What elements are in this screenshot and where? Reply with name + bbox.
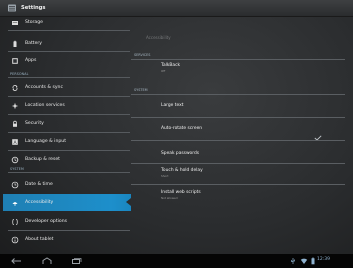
- settings-nav: Storage Battery Apps PERSONAL Accounts &…: [3, 16, 131, 254]
- nav-item-battery[interactable]: Battery: [3, 35, 131, 52]
- section-header-system-detail: SYSTEM: [134, 88, 148, 92]
- nav-label: Language & input: [25, 139, 66, 144]
- divider: [131, 117, 345, 118]
- nav-label: Backup & reset: [25, 157, 60, 162]
- nav-label: Location services: [25, 103, 65, 108]
- nav-item-about-tablet[interactable]: About tablet: [3, 231, 131, 248]
- setting-talkback[interactable]: TalkBack Off: [161, 63, 180, 73]
- accessibility-detail-pane: Accessibility SERVICES TalkBack Off SYST…: [131, 16, 353, 254]
- nav-item-accounts-sync[interactable]: Accounts & sync: [3, 79, 131, 96]
- recent-apps-icon[interactable]: [68, 256, 84, 266]
- usb-icon: [288, 256, 298, 266]
- home-icon[interactable]: [39, 256, 55, 266]
- back-icon[interactable]: [8, 256, 24, 266]
- nav-label: Developer options: [25, 219, 68, 224]
- divider: [8, 172, 130, 173]
- setting-title: Auto-rotate screen: [161, 126, 203, 131]
- setting-install-web-scripts[interactable]: Install web scripts Not allowed: [161, 190, 201, 200]
- setting-subtitle: Not allowed: [161, 196, 178, 200]
- divider: [131, 140, 345, 141]
- clock-icon: [10, 180, 20, 190]
- apps-icon: [10, 56, 20, 66]
- battery-status-icon: [309, 256, 317, 266]
- nav-item-backup-reset[interactable]: Backup & reset: [3, 151, 131, 168]
- setting-title: TalkBack: [161, 63, 181, 68]
- detail-title: Accessibility: [146, 35, 171, 40]
- status-time[interactable]: 12:39: [317, 257, 330, 262]
- nav-item-accessibility[interactable]: Accessibility: [3, 194, 131, 211]
- setting-title: Speak passwords: [161, 151, 200, 156]
- nav-label: Date & time: [25, 182, 53, 187]
- divider: [8, 77, 130, 78]
- nav-label: Security: [25, 121, 44, 126]
- system-navigation-bar: 12:39: [0, 254, 353, 268]
- keyboard-icon: A: [10, 137, 20, 147]
- accessibility-icon: [10, 198, 20, 208]
- action-bar: Settings: [0, 0, 353, 17]
- nav-item-date-time[interactable]: Date & time: [3, 176, 131, 193]
- setting-title: Touch & hold delay: [161, 168, 203, 173]
- wifi-icon: [299, 256, 309, 266]
- setting-large-text[interactable]: Large text: [161, 103, 183, 108]
- setting-subtitle: Off: [161, 69, 166, 73]
- backup-icon: [10, 155, 20, 165]
- nav-item-location-services[interactable]: Location services: [3, 97, 131, 114]
- sync-icon: [10, 83, 20, 93]
- nav-item-apps[interactable]: Apps: [3, 52, 131, 69]
- section-header-services: SERVICES: [134, 53, 151, 57]
- setting-auto-rotate-screen[interactable]: Auto-rotate screen: [161, 126, 202, 131]
- lock-icon: [10, 119, 20, 129]
- checkmark-icon[interactable]: [314, 126, 322, 141]
- nav-label: Storage: [25, 20, 43, 25]
- battery-icon: [10, 39, 20, 49]
- section-header-personal: PERSONAL: [10, 72, 29, 76]
- info-icon: [10, 235, 20, 245]
- location-icon: [10, 101, 20, 111]
- app-title: Settings: [21, 5, 46, 11]
- divider: [131, 94, 345, 95]
- nav-item-security[interactable]: Security: [3, 115, 131, 132]
- storage-icon: [10, 18, 20, 28]
- nav-label: Accounts & sync: [25, 85, 63, 90]
- nav-label: Apps: [25, 58, 37, 63]
- nav-item-developer-options[interactable]: Developer options: [3, 213, 131, 230]
- settings-screen: Settings Storage Battery Apps PERSONAL A…: [0, 0, 353, 268]
- setting-title: Large text: [161, 103, 184, 108]
- divider: [8, 30, 130, 31]
- nav-item-storage[interactable]: Storage: [3, 16, 131, 31]
- developer-icon: [10, 217, 20, 227]
- section-header-system: SYSTEM: [10, 167, 24, 171]
- setting-touch-hold-delay[interactable]: Touch & hold delay Short: [161, 168, 203, 178]
- settings-icon[interactable]: [6, 3, 17, 13]
- setting-speak-passwords[interactable]: Speak passwords: [161, 151, 199, 156]
- nav-label: Accessibility: [25, 200, 54, 205]
- divider: [131, 163, 345, 164]
- nav-item-language-input[interactable]: A Language & input: [3, 133, 131, 150]
- setting-title: Install web scripts: [161, 190, 201, 195]
- nav-label: About tablet: [25, 237, 54, 242]
- divider: [131, 184, 345, 185]
- divider: [131, 59, 345, 60]
- nav-label: Battery: [25, 41, 43, 46]
- setting-subtitle: Short: [161, 174, 169, 178]
